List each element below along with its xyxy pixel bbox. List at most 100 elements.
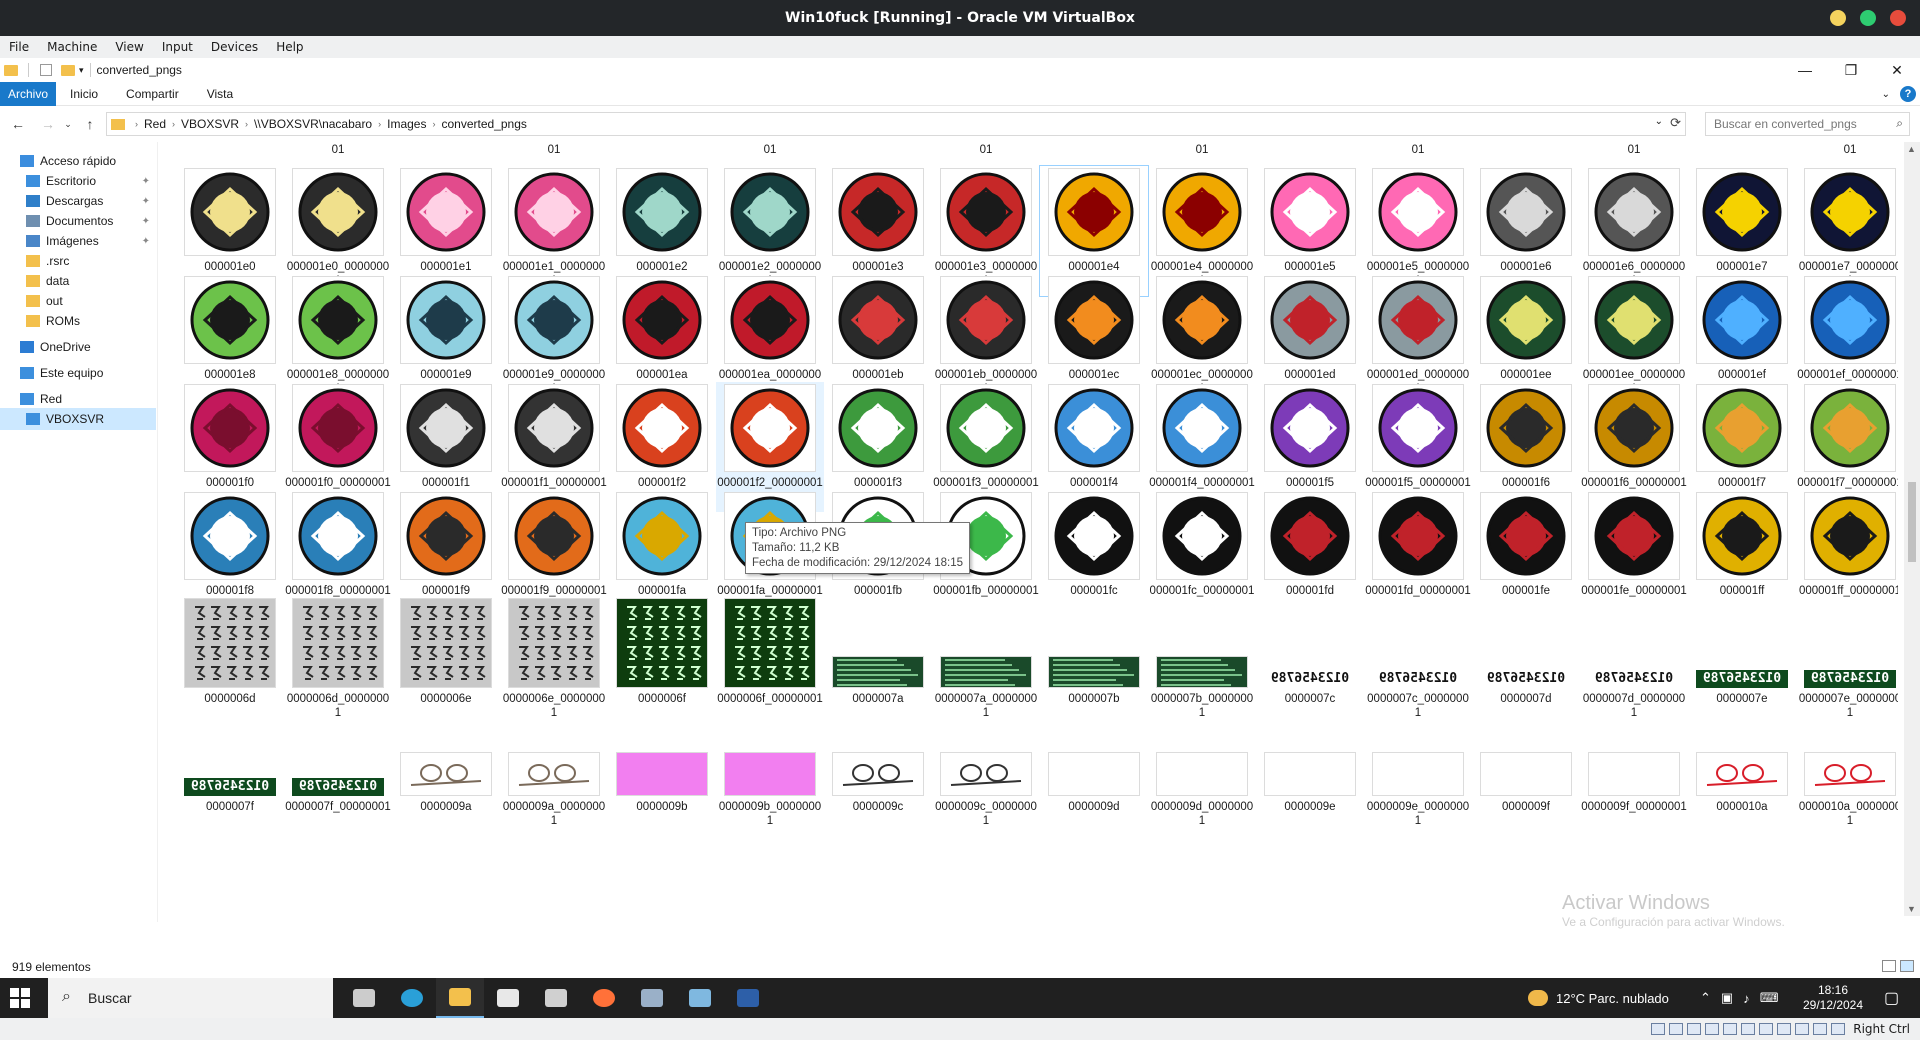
up-icon[interactable]: ↑: [80, 116, 100, 132]
sidebar-item[interactable]: Este equipo: [0, 362, 156, 384]
taskbar-app[interactable]: [532, 978, 580, 1018]
breadcrumb-red[interactable]: Red: [144, 117, 166, 131]
tab-vista[interactable]: Vista: [193, 82, 247, 106]
sidebar-item[interactable]: OneDrive: [0, 336, 156, 358]
network-adapter-icon[interactable]: [1705, 1023, 1720, 1035]
taskbar-app[interactable]: [628, 978, 676, 1018]
file-tile[interactable]: 0000010a_00000001: [1796, 706, 1898, 836]
expand-ribbon-icon[interactable]: ⌄: [1882, 89, 1890, 100]
scrollbar-thumb[interactable]: [1908, 482, 1916, 562]
new-folder-icon[interactable]: [61, 64, 75, 76]
sidebar-item[interactable]: Imágenes ✦: [0, 230, 156, 252]
sidebar-item[interactable]: ROMs: [0, 310, 156, 332]
breadcrumb-share[interactable]: \\VBOXSVR\nacabaro: [254, 117, 372, 131]
help-icon[interactable]: ?: [1900, 86, 1916, 102]
taskbar-app[interactable]: [340, 978, 388, 1018]
sidebar-item[interactable]: VBOXSVR: [0, 408, 156, 430]
scroll-up-icon[interactable]: ▲: [1907, 144, 1916, 154]
clock[interactable]: 18:16 29/12/2024: [1790, 983, 1876, 1013]
file-tile[interactable]: 0000009b_00000001: [716, 706, 824, 836]
start-button[interactable]: [10, 988, 30, 1008]
file-tile[interactable]: 0000010a: [1688, 706, 1796, 836]
weather-widget[interactable]: 12°C Parc. nublado: [1528, 978, 1669, 1018]
recording-icon[interactable]: [1777, 1023, 1792, 1035]
large-icons-view-icon[interactable]: [1900, 960, 1914, 972]
chevron-right-icon[interactable]: ›: [432, 119, 435, 129]
forward-icon[interactable]: →: [38, 116, 58, 132]
optical-drive-icon[interactable]: [1669, 1023, 1684, 1035]
chevron-up-icon[interactable]: ⌃: [1700, 990, 1711, 1006]
keyboard-icon[interactable]: [1831, 1023, 1846, 1035]
sidebar-item[interactable]: out: [0, 290, 156, 312]
file-tile[interactable]: 0000009d: [1040, 706, 1148, 836]
file-tile[interactable]: 0123456789 0000007f_00000001: [284, 706, 392, 836]
quick-access-dropdown-icon[interactable]: ▾: [79, 65, 84, 76]
sidebar-item[interactable]: .rsrc: [0, 250, 156, 272]
taskbar-app[interactable]: [388, 978, 436, 1018]
menu-devices[interactable]: Devices: [202, 40, 267, 54]
file-tile[interactable]: 0000009e: [1256, 706, 1364, 836]
sidebar-item[interactable]: Red: [0, 388, 156, 410]
taskbar-app[interactable]: [580, 978, 628, 1018]
file-tile[interactable]: 0000009c: [824, 706, 932, 836]
sidebar-item[interactable]: Documentos ✦: [0, 210, 156, 232]
hdd-icon[interactable]: [1651, 1023, 1666, 1035]
tab-inicio[interactable]: Inicio: [56, 82, 112, 106]
search-input[interactable]: Buscar en converted_pngs ⌕: [1705, 112, 1910, 136]
taskbar-search[interactable]: ⌕ Buscar: [48, 978, 333, 1018]
address-dropdown-icon[interactable]: ⌄: [1655, 116, 1663, 127]
menu-view[interactable]: View: [106, 40, 152, 54]
refresh-icon[interactable]: ⟳: [1670, 115, 1681, 131]
file-tile[interactable]: 0123456789 0000007f: [176, 706, 284, 836]
sidebar-item[interactable]: Descargas ✦: [0, 190, 156, 212]
menu-help[interactable]: Help: [267, 40, 312, 54]
menu-machine[interactable]: Machine: [38, 40, 106, 54]
language-icon[interactable]: ⌨: [1760, 990, 1779, 1006]
breadcrumb-images[interactable]: Images: [387, 117, 426, 131]
sidebar-item[interactable]: data: [0, 270, 156, 292]
minimize-icon[interactable]: —: [1782, 58, 1828, 82]
file-tile[interactable]: 0000009b: [608, 706, 716, 836]
file-tile[interactable]: 0000009d_00000001: [1148, 706, 1256, 836]
network-icon[interactable]: ▣: [1721, 990, 1733, 1006]
restore-icon[interactable]: ❐: [1828, 58, 1874, 82]
breadcrumb-converted-pngs[interactable]: converted_pngs: [441, 117, 526, 131]
sidebar-item[interactable]: Acceso rápido: [0, 150, 156, 172]
cpu-icon[interactable]: [1795, 1023, 1810, 1035]
taskbar-app[interactable]: [436, 978, 484, 1018]
file-tile[interactable]: 0000009e_00000001: [1364, 706, 1472, 836]
chevron-right-icon[interactable]: ›: [245, 119, 248, 129]
mouse-integration-icon[interactable]: [1813, 1023, 1828, 1035]
taskbar-app[interactable]: [724, 978, 772, 1018]
file-tile[interactable]: 0000009a: [392, 706, 500, 836]
file-tile[interactable]: 0000009f_00000001: [1580, 706, 1688, 836]
vertical-scrollbar[interactable]: ▲ ▼: [1904, 142, 1920, 916]
close-icon[interactable]: ✕: [1874, 58, 1920, 82]
details-view-icon[interactable]: [1882, 960, 1896, 972]
taskbar-app[interactable]: [484, 978, 532, 1018]
scroll-down-icon[interactable]: ▼: [1907, 904, 1916, 914]
close-button[interactable]: [1890, 10, 1906, 26]
shared-folders-icon[interactable]: [1741, 1023, 1756, 1035]
display-icon[interactable]: [1759, 1023, 1774, 1035]
recent-dropdown-icon[interactable]: ⌄: [58, 119, 78, 130]
file-tile[interactable]: 0000009a_00000001: [500, 706, 608, 836]
tab-archivo[interactable]: Archivo: [0, 81, 57, 106]
chevron-right-icon[interactable]: ›: [172, 119, 175, 129]
menu-file[interactable]: File: [0, 40, 38, 54]
file-tile[interactable]: 0000009c_00000001: [932, 706, 1040, 836]
notification-icon[interactable]: ▢: [1884, 988, 1899, 1008]
file-tile[interactable]: 0000009f: [1472, 706, 1580, 836]
breadcrumb-vboxsvr[interactable]: VBOXSVR: [181, 117, 239, 131]
properties-icon[interactable]: [40, 64, 52, 76]
audio-icon[interactable]: [1687, 1023, 1702, 1035]
chevron-right-icon[interactable]: ›: [135, 119, 138, 129]
back-icon[interactable]: ←: [8, 116, 28, 132]
tab-compartir[interactable]: Compartir: [112, 82, 193, 106]
chevron-right-icon[interactable]: ›: [378, 119, 381, 129]
taskbar-app[interactable]: [676, 978, 724, 1018]
minimize-button[interactable]: [1830, 10, 1846, 26]
usb-icon[interactable]: [1723, 1023, 1738, 1035]
sidebar-item[interactable]: Escritorio ✦: [0, 170, 156, 192]
volume-icon[interactable]: ♪: [1743, 991, 1750, 1006]
